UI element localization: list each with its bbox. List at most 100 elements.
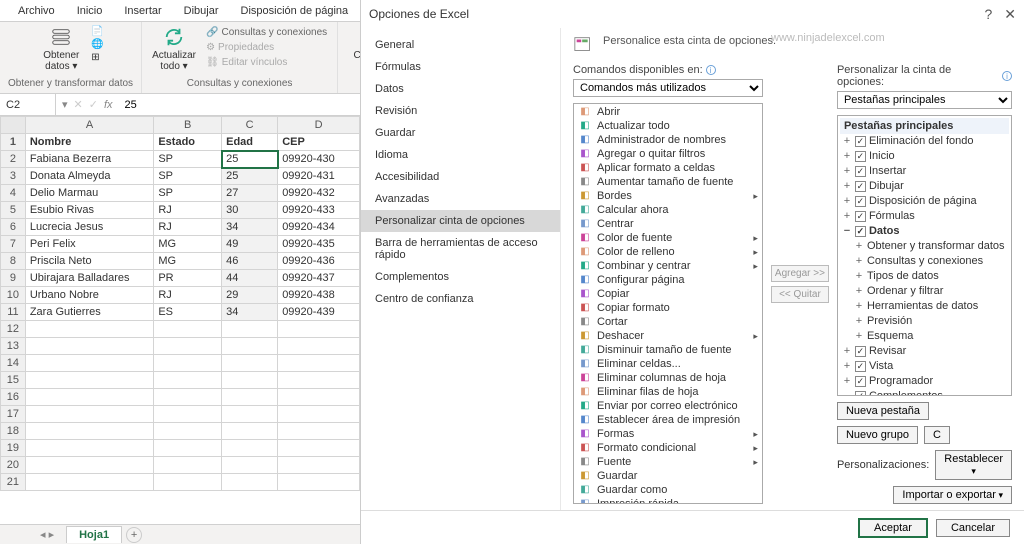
tree-twisty-icon[interactable]: + [842,149,852,164]
close-icon[interactable]: ✕ [1004,6,1016,23]
command-item[interactable]: ◧Aumentar tamaño de fuente [575,175,761,189]
name-box[interactable]: C2 [0,94,56,115]
tab-inicio[interactable]: Inicio [67,2,113,20]
command-item[interactable]: ◧Color de relleno▸ [575,245,761,259]
tree-checkbox[interactable]: ✓ [855,376,866,387]
info-icon[interactable]: i [706,65,716,75]
cell[interactable]: ES [154,304,222,321]
tree-checkbox[interactable]: ✓ [855,346,866,357]
info-icon[interactable]: i [1002,71,1012,81]
tree-node[interactable]: +Tipos de datos [840,269,1009,284]
command-item[interactable]: ◧Administrador de nombres [575,133,761,147]
cell[interactable]: Urbano Nobre [25,287,154,304]
commands-from-combo[interactable]: Comandos más utilizados [573,79,763,97]
command-item[interactable]: ◧Formato condicional▸ [575,441,761,455]
options-category[interactable]: Complementos [361,266,560,288]
command-item[interactable]: ◧Abrir [575,105,761,119]
tree-node[interactable]: +Ordenar y filtrar [840,284,1009,299]
tree-checkbox[interactable]: ✓ [855,361,866,372]
tree-node[interactable]: +Previsión [840,314,1009,329]
tree-twisty-icon[interactable]: + [854,254,864,269]
cell[interactable]: 44 [222,270,278,287]
options-category[interactable]: Centro de confianza [361,288,560,310]
tree-twisty-icon[interactable]: − [842,224,852,239]
command-item[interactable]: ◧Centrar [575,217,761,231]
tree-checkbox[interactable]: ✓ [855,136,866,147]
command-item[interactable]: ◧Eliminar columnas de hoja [575,371,761,385]
from-text-icon[interactable]: 📄 [91,26,103,37]
cell[interactable]: 49 [222,236,278,253]
tree-twisty-icon[interactable]: + [854,269,864,284]
cell[interactable]: MG [154,236,222,253]
tab-disposicion[interactable]: Disposición de página [231,2,359,20]
cell[interactable]: Priscila Neto [25,253,154,270]
cell[interactable]: 27 [222,185,278,202]
tree-twisty-icon[interactable]: + [854,284,864,299]
options-category[interactable]: Personalizar cinta de opciones [361,210,560,232]
cell[interactable]: 09920-433 [278,202,360,219]
fx-icon[interactable]: fx [104,99,113,111]
edit-links-item[interactable]: ⛓Editar vínculos [204,56,329,69]
sheet-tab-hoja1[interactable]: Hoja1 [66,526,122,543]
command-item[interactable]: ◧Guardar como [575,483,761,497]
from-web-icon[interactable]: 🌐 [91,39,103,50]
tree-node[interactable]: +✓Dibujar [840,179,1009,194]
cell[interactable]: Lucrecia Jesus [25,219,154,236]
cell[interactable]: 25 [222,151,278,168]
cell[interactable]: Ubirajara Balladares [25,270,154,287]
command-item[interactable]: ◧Combinar y centrar▸ [575,259,761,273]
tree-node[interactable]: +✓Disposición de página [840,194,1009,209]
tree-node[interactable]: +✓Revisar [840,344,1009,359]
cell[interactable]: PR [154,270,222,287]
tree-node[interactable]: +✓Inicio [840,149,1009,164]
command-item[interactable]: ◧Copiar formato [575,301,761,315]
options-category[interactable]: Guardar [361,122,560,144]
tree-checkbox[interactable]: ✓ [855,181,866,192]
tree-twisty-icon[interactable]: + [842,209,852,224]
cell[interactable]: Fabiana Bezerra [25,151,154,168]
remove-button[interactable]: << Quitar [771,286,829,303]
tab-dibujar[interactable]: Dibujar [174,2,229,20]
command-item[interactable]: ◧Color de fuente▸ [575,231,761,245]
command-item[interactable]: ◧Eliminar filas de hoja [575,385,761,399]
tab-archivo[interactable]: Archivo [8,2,65,20]
tree-node[interactable]: +Obtener y transformar datos [840,239,1009,254]
ribbon-tree[interactable]: Pestañas principales+✓Eliminación del fo… [837,115,1012,396]
options-category[interactable]: Fórmulas [361,56,560,78]
tree-node[interactable]: +Herramientas de datos [840,299,1009,314]
confirm-icon[interactable]: ✓ [89,98,98,111]
options-category[interactable]: Barra de herramientas de acceso rápido [361,232,560,266]
tree-twisty-icon[interactable]: + [854,239,864,254]
sheet-nav-icon[interactable]: ◂ ▸ [40,528,54,541]
cell[interactable]: 25 [222,168,278,185]
ok-button[interactable]: Aceptar [858,518,928,538]
tree-checkbox[interactable]: ✓ [855,151,866,162]
cell[interactable]: 09920-431 [278,168,360,185]
tree-twisty-icon[interactable]: + [842,344,852,359]
cell[interactable]: 09920-435 [278,236,360,253]
cell[interactable]: Zara Gutierres [25,304,154,321]
cell[interactable]: SP [154,168,222,185]
ribbon-tabs-combo[interactable]: Pestañas principales [837,91,1012,109]
cell[interactable]: Donata Almeyda [25,168,154,185]
tree-twisty-icon[interactable]: + [842,359,852,374]
tree-node[interactable]: +Consultas y conexiones [840,254,1009,269]
cell[interactable]: 30 [222,202,278,219]
options-category[interactable]: Avanzadas [361,188,560,210]
command-item[interactable]: ◧Bordes▸ [575,189,761,203]
tree-node[interactable]: +Esquema [840,329,1009,344]
tree-node[interactable]: +✓Fórmulas [840,209,1009,224]
options-category[interactable]: General [361,34,560,56]
commands-listbox[interactable]: ◧Abrir◧Actualizar todo◧Administrador de … [573,103,763,504]
tree-twisty-icon[interactable]: + [842,194,852,209]
cell[interactable]: 09920-430 [278,151,360,168]
tree-checkbox[interactable]: ✓ [855,166,866,177]
command-item[interactable]: ◧Impresión rápida [575,497,761,504]
options-category[interactable]: Accesibilidad [361,166,560,188]
command-item[interactable]: ◧Cortar [575,315,761,329]
spreadsheet-grid[interactable]: ABCD1NombreEstadoEdadCEP2Fabiana Bezerra… [0,116,360,524]
tree-checkbox[interactable]: ✓ [855,391,866,396]
cancel-icon[interactable]: ✕ [74,98,83,111]
cell[interactable]: RJ [154,287,222,304]
cell[interactable]: 29 [222,287,278,304]
